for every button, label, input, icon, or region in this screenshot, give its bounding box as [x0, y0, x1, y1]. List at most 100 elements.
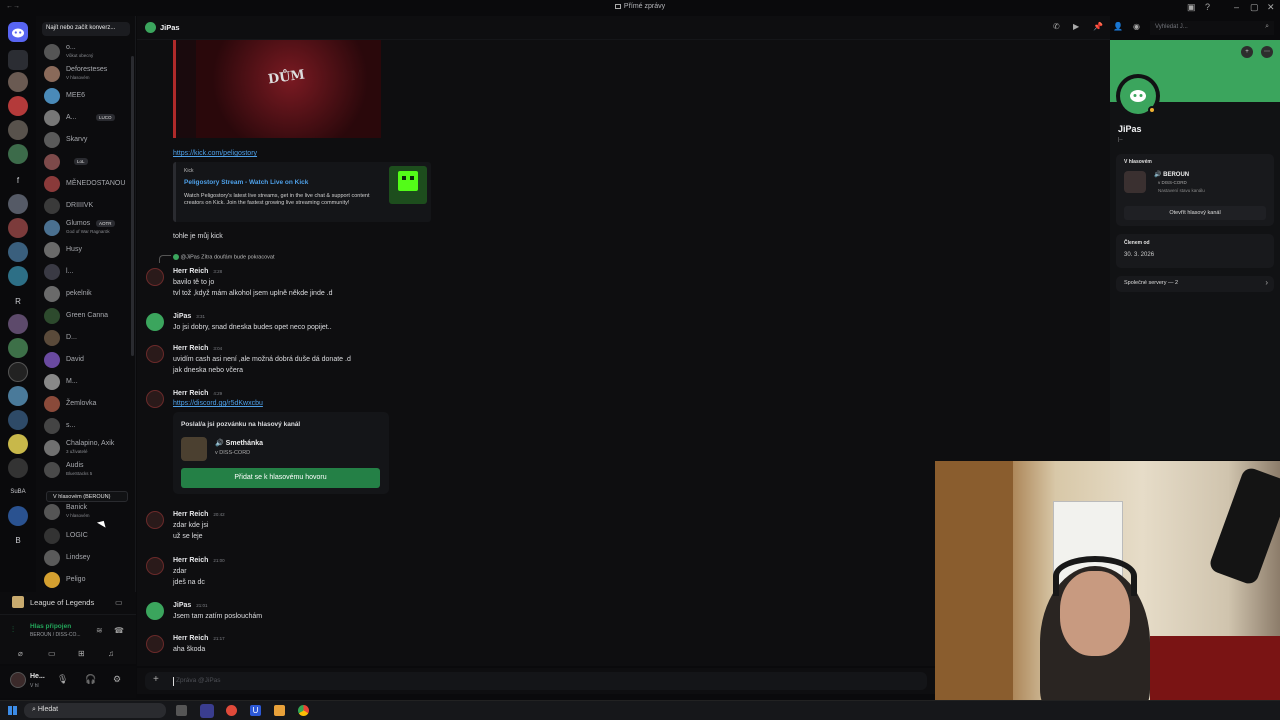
dm-list-item[interactable]: DRIIIIVK	[44, 196, 134, 216]
author-name[interactable]: Herr Reich	[173, 268, 208, 275]
join-voice-button[interactable]: Přidat se k hlasovému hovoru	[181, 468, 380, 488]
avatar[interactable]	[146, 557, 164, 575]
server-icon[interactable]	[8, 144, 28, 164]
author-name[interactable]: Herr Reich	[173, 635, 208, 642]
dm-list-item[interactable]: Žemlovka	[44, 394, 134, 414]
voice-call-icon[interactable]: ✆	[1053, 22, 1060, 31]
dm-list-item[interactable]: MEE6	[44, 86, 134, 106]
attach-plus-icon[interactable]: +	[153, 674, 159, 685]
close-icon[interactable]: ✕	[1267, 2, 1275, 13]
avatar[interactable]	[146, 602, 164, 620]
game-activity[interactable]: League of Legends ▭	[0, 592, 136, 614]
noise-suppression-icon[interactable]: ≋	[96, 626, 103, 635]
message-author[interactable]: Herr Reich 21:00	[173, 557, 225, 564]
discord-taskbar-icon[interactable]	[200, 704, 214, 718]
dm-list-item[interactable]: David	[44, 350, 134, 370]
avatar[interactable]	[146, 390, 164, 408]
author-name[interactable]: JiPas	[173, 313, 191, 320]
disconnect-icon[interactable]: ☎	[114, 626, 124, 635]
task-view-icon[interactable]	[176, 705, 187, 716]
profile-toggle-icon[interactable]: ◉	[1133, 22, 1140, 31]
dm-list-item[interactable]: Deforesteses V hlasovém	[44, 64, 134, 84]
server-icon[interactable]	[8, 314, 28, 334]
dm-list-item[interactable]: Green Canna	[44, 306, 134, 326]
maximize-icon[interactable]: ▢	[1250, 2, 1259, 13]
dm-list-item[interactable]: Peligo	[44, 570, 134, 590]
message-author[interactable]: Herr Reich 3:04	[173, 345, 222, 352]
server-letter-icon[interactable]: B	[0, 536, 36, 545]
server-icon[interactable]	[8, 338, 28, 358]
dm-list-item[interactable]: Glumos AOTR God of War Ragnarök	[44, 218, 134, 238]
dm-list-item[interactable]: Husy	[44, 240, 134, 260]
camera-off-icon[interactable]: ⌀	[18, 649, 23, 658]
more-options-icon[interactable]: ⋯	[1261, 46, 1273, 58]
server-icon[interactable]	[8, 266, 28, 286]
server-icon[interactable]	[8, 218, 28, 238]
video-call-icon[interactable]: ▶	[1073, 22, 1079, 31]
game-panel-icon[interactable]: ▭	[115, 598, 123, 607]
dm-list-item[interactable]: Lindsey	[44, 548, 134, 568]
add-friend-icon[interactable]: +	[1241, 46, 1253, 58]
dm-list-item[interactable]: Banick V hlasovém	[44, 502, 134, 522]
server-letter-icon[interactable]: R	[0, 297, 36, 306]
search-input[interactable]: Vyhledat J... ⌕	[1150, 21, 1274, 35]
server-icon[interactable]	[8, 242, 28, 262]
home-dm-button[interactable]	[8, 22, 28, 42]
dm-list-item[interactable]: LoL	[44, 152, 134, 172]
dm-list-item[interactable]: Chalapino, Axik 3 uživatelé	[44, 438, 134, 458]
avatar[interactable]	[146, 511, 164, 529]
soundboard-icon[interactable]: ♫	[108, 649, 114, 658]
kick-link-text[interactable]: https://kick.com/peligostory	[173, 150, 257, 157]
avatar[interactable]	[10, 672, 26, 688]
author-name[interactable]: Herr Reich	[173, 511, 208, 518]
dm-list-item[interactable]: D...	[44, 328, 134, 348]
server-icon[interactable]	[8, 386, 28, 406]
opera-icon[interactable]	[226, 705, 237, 716]
dm-list-item[interactable]: pekelnik	[44, 284, 134, 304]
avatar[interactable]	[146, 313, 164, 331]
headphones-icon[interactable]: 🎧	[85, 674, 96, 685]
dm-list-item[interactable]: M...	[44, 372, 134, 392]
mutual-servers-row[interactable]: Společné servery — 2 ›	[1116, 276, 1274, 292]
message-author[interactable]: JiPas 3:31	[173, 313, 205, 320]
kick-link[interactable]: https://kick.com/peligostory	[173, 150, 257, 157]
dm-list-item[interactable]: Audis BlueStacks 5	[44, 460, 134, 480]
dm-list-item[interactable]: Skarvy	[44, 130, 134, 150]
server-icon[interactable]	[8, 362, 28, 382]
inbox-button-icon[interactable]: ▣	[1187, 2, 1196, 13]
settings-gear-icon[interactable]: ⚙	[113, 674, 121, 685]
avatar[interactable]	[146, 345, 164, 363]
server-icon[interactable]	[8, 410, 28, 430]
dm-search-input[interactable]: Najít nebo začít konverz...	[42, 22, 130, 36]
dm-list-item[interactable]: A... LUCO	[44, 108, 134, 128]
dm-list-item[interactable]: MĚNEDOSTANOU	[44, 174, 134, 194]
avatar[interactable]	[146, 635, 164, 653]
avatar[interactable]	[146, 268, 164, 286]
server-icon[interactable]	[8, 506, 28, 526]
activities-icon[interactable]: ⊞	[78, 649, 85, 658]
message-author[interactable]: Herr Reich 20:42	[173, 511, 225, 518]
server-icon[interactable]	[8, 458, 28, 478]
minimize-icon[interactable]: –	[1234, 2, 1239, 12]
server-icon[interactable]	[8, 96, 28, 116]
pinned-messages-icon[interactable]: 📌	[1093, 22, 1103, 31]
windows-start-icon[interactable]	[8, 706, 17, 715]
scrollbar[interactable]	[131, 56, 134, 356]
message-author[interactable]: Herr Reich 4:29	[173, 390, 222, 397]
server-icon[interactable]	[8, 434, 28, 454]
dm-list-item[interactable]: l...	[44, 262, 134, 282]
microphone-icon[interactable]: 🎙	[57, 674, 68, 685]
dm-list-item[interactable]: LOGIC	[44, 526, 134, 546]
unread-dm-icon[interactable]	[8, 50, 28, 70]
invite-link[interactable]: https://discord.gg/r5dKwxcbu	[173, 400, 263, 407]
author-name[interactable]: JiPas	[173, 602, 191, 609]
server-icon[interactable]	[8, 72, 28, 92]
reply-reference[interactable]: @JiPas Zítra doufám bude pokracovat	[173, 254, 274, 260]
app-u-icon[interactable]: U	[250, 705, 261, 716]
files-icon[interactable]	[274, 705, 285, 716]
chrome-icon[interactable]	[298, 705, 309, 716]
dm-list-item[interactable]: s...	[44, 416, 134, 436]
message-input[interactable]: + Zpráva @JiPas	[145, 672, 927, 690]
stream-preview-image[interactable]: DŮM	[173, 40, 381, 138]
help-icon[interactable]: ?	[1205, 2, 1210, 12]
